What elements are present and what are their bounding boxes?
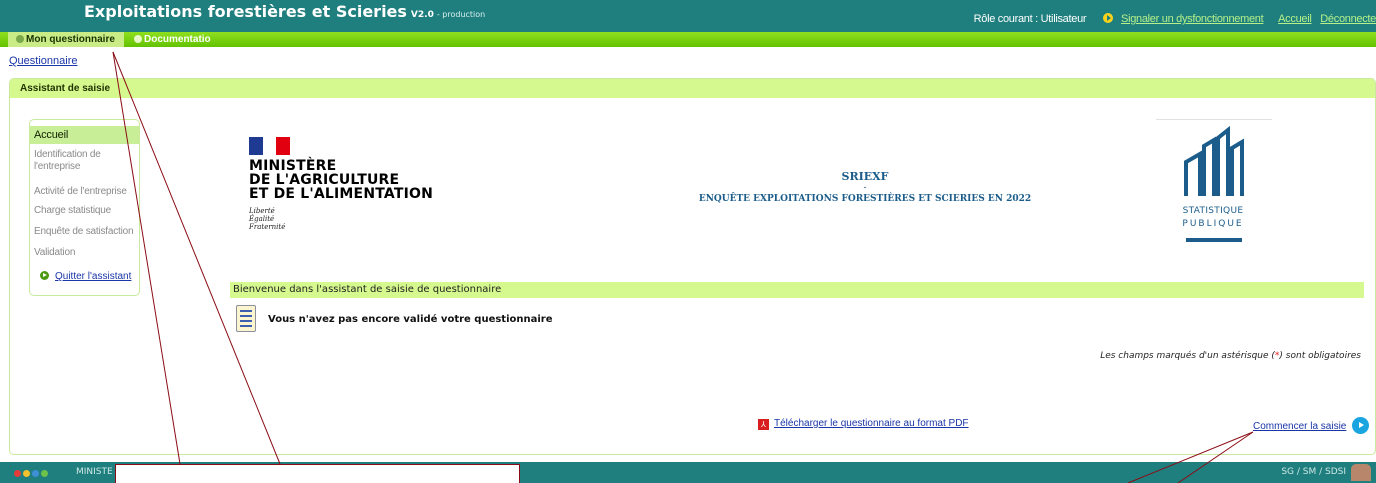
header-links: Rôle courant : Utilisateur Signaler un d…: [974, 13, 1376, 25]
required-note-prefix: Les champs marqués d'un astérisque (: [1100, 351, 1275, 361]
statistique-building-icon: [1184, 125, 1244, 196]
menu-bullet-icon: [16, 35, 24, 43]
report-issue-link[interactable]: Signaler un dysfonctionnement: [1121, 13, 1264, 25]
step-enquete-satisfaction: Enquête de satisfaction: [34, 226, 134, 237]
logo-underline-icon: [1186, 238, 1242, 242]
logout-link[interactable]: Déconnecte: [1320, 13, 1376, 25]
download-pdf-label: Télécharger le questionnaire au format P…: [774, 418, 969, 429]
start-entry-link[interactable]: Commencer la saisie: [1253, 417, 1370, 434]
step-charge-statistique: Charge statistique: [34, 205, 112, 216]
quit-wizard-link[interactable]: Quitter l'assistant: [40, 271, 131, 282]
required-note-suffix: ) sont obligatoires: [1279, 351, 1361, 361]
step-validation: Validation: [34, 247, 76, 258]
top-header: Exploitations forestières et Scieries V2.…: [0, 0, 1376, 32]
app-version: V2.0: [410, 10, 434, 20]
ministry-name: MINISTÈRE DE L'AGRICULTURE ET DE L'ALIME…: [249, 159, 433, 201]
step-identification: Identification de l'entreprise: [34, 149, 101, 172]
main-menu: Mon questionnaire Documentatio: [0, 32, 1376, 47]
footer-dots-icon: [14, 468, 50, 480]
panel-title: Assistant de saisie: [10, 79, 1375, 98]
footer-avatar: [1351, 464, 1371, 481]
download-pdf-link[interactable]: ⅄ Télécharger le questionnaire au format …: [758, 418, 969, 430]
survey-separator: -: [863, 182, 867, 192]
ministry-line-3: ET DE L'ALIMENTATION: [249, 186, 434, 202]
app-title-text: Exploitations forestières et Scieries: [84, 2, 407, 21]
required-fields-note: Les champs marqués d'un astérisque (*) s…: [1100, 351, 1361, 361]
notepad-icon: [236, 305, 256, 332]
menu-item-label: Documentatio: [144, 34, 211, 45]
motto-egalite: Égalité: [249, 215, 275, 223]
french-flag-icon: [249, 137, 291, 155]
next-arrow-icon: [1352, 417, 1370, 434]
report-issue-icon: [1103, 13, 1114, 23]
ministry-line-2: DE L'AGRICULTURE: [249, 172, 400, 188]
validation-status: Vous n'avez pas encore validé votre ques…: [268, 314, 553, 325]
menu-mon-questionnaire[interactable]: Mon questionnaire: [8, 32, 124, 47]
menu-documentation[interactable]: Documentatio: [126, 32, 224, 47]
start-entry-label: Commencer la saisie: [1253, 421, 1347, 432]
step-accueil[interactable]: Accueil: [30, 126, 139, 144]
quit-wizard-label: Quitter l'assistant: [55, 271, 132, 282]
home-link[interactable]: Accueil: [1278, 13, 1312, 25]
ministry-logo: MINISTÈRE DE L'AGRICULTURE ET DE L'ALIME…: [249, 137, 433, 231]
breadcrumb-questionnaire[interactable]: Questionnaire: [9, 55, 78, 67]
arrow-icon: [40, 271, 49, 280]
wizard-steps: Accueil Identification de l'entreprise A…: [29, 119, 140, 296]
republic-motto: Liberté Égalité Fraternité: [249, 207, 433, 231]
footer-ministry: MINISTE: [76, 467, 113, 477]
statistique-publique-logo: [1156, 119, 1272, 249]
current-role: Rôle courant : Utilisateur: [973, 13, 1087, 25]
app-title: Exploitations forestières et Scieries V2.…: [84, 2, 485, 21]
welcome-banner: Bienvenue dans l'assistant de saisie de …: [230, 282, 1364, 298]
menu-bullet-icon: [134, 35, 142, 43]
publique-label: PUBLIQUE: [1182, 219, 1244, 229]
survey-title: ENQUÊTE EXPLOITATIONS FORESTIÈRES ET SCI…: [698, 194, 1032, 204]
app-environment: - production: [436, 10, 486, 19]
step-activite: Activité de l'entreprise: [34, 186, 127, 197]
footer-service: SG / SM / SDSI: [1281, 467, 1346, 477]
callout-box: [115, 464, 520, 483]
statistique-label: STATISTIQUE: [1182, 206, 1244, 216]
ministry-line-1: MINISTÈRE: [249, 158, 337, 174]
motto-liberte: Liberté: [249, 207, 275, 215]
menu-item-label: Mon questionnaire: [26, 34, 115, 45]
motto-fraternite: Fraternité: [249, 223, 286, 231]
pdf-icon: ⅄: [758, 419, 769, 430]
